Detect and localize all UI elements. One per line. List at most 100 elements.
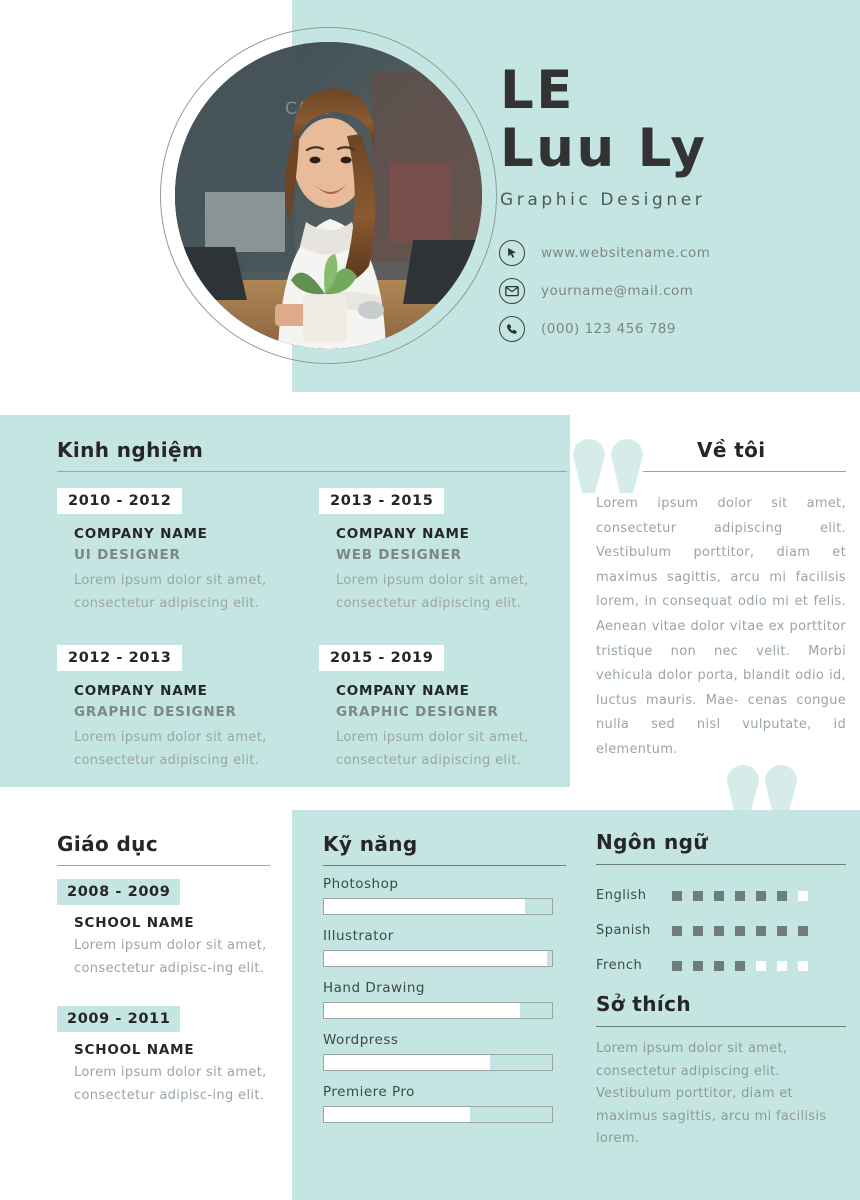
skill-item: Wordpress bbox=[323, 1032, 553, 1071]
skill-bar bbox=[323, 1106, 553, 1123]
skill-item: Hand Drawing bbox=[323, 980, 553, 1019]
last-name: Luu Ly bbox=[500, 118, 708, 179]
experience-company: COMPANY NAME bbox=[74, 526, 208, 542]
skill-bar-fill bbox=[324, 951, 548, 966]
experience-desc: Lorem ipsum dolor sit amet, consectetur … bbox=[336, 730, 529, 768]
experience-item: 2015 - 2019 COMPANY NAME GRAPHIC DESIGNE… bbox=[319, 645, 569, 772]
experience-divider bbox=[57, 471, 567, 472]
experience-company: COMPANY NAME bbox=[74, 683, 208, 699]
experience-role: WEB DESIGNER bbox=[336, 547, 462, 563]
rating-dot-filled bbox=[693, 890, 703, 901]
education-item: 2009 - 2011 SCHOOL NAME Lorem ipsum dolo… bbox=[57, 1006, 272, 1107]
language-row: Spanish bbox=[596, 913, 846, 948]
rating-dot-empty bbox=[798, 890, 808, 901]
education-date: 2009 - 2011 bbox=[57, 1006, 181, 1032]
hobbies-title: Sở thích bbox=[596, 992, 692, 1016]
about-title: Về tôi bbox=[697, 438, 766, 462]
rating-dot-empty bbox=[798, 960, 808, 971]
experience-role: GRAPHIC DESIGNER bbox=[336, 704, 499, 720]
education-body: SCHOOL NAME Lorem ipsum dolor sit amet, … bbox=[57, 1032, 272, 1107]
name-block: LE Luu Ly Graphic Designer bbox=[500, 60, 708, 211]
rating-dot-filled bbox=[693, 925, 703, 936]
language-row: English bbox=[596, 878, 846, 913]
language-rating bbox=[672, 890, 808, 901]
education-desc: Lorem ipsum dolor sit amet, consectetur … bbox=[74, 1065, 267, 1103]
experience-company: COMPANY NAME bbox=[336, 526, 470, 542]
rating-dot-filled bbox=[735, 960, 745, 971]
skill-item: Photoshop bbox=[323, 876, 553, 915]
education-divider bbox=[57, 865, 270, 866]
hobbies-divider bbox=[596, 1026, 846, 1027]
rating-dot-filled bbox=[672, 960, 682, 971]
languages-list: English Spanish French bbox=[596, 878, 846, 983]
first-name: LE bbox=[500, 60, 575, 121]
rating-dot-filled bbox=[672, 925, 682, 936]
experience-body: COMPANY NAME WEB DESIGNER Lorem ipsum do… bbox=[319, 514, 569, 615]
skill-bar bbox=[323, 898, 553, 915]
language-name: Spanish bbox=[596, 923, 651, 938]
skills-title: Kỹ năng bbox=[323, 832, 418, 856]
experience-company: COMPANY NAME bbox=[336, 683, 470, 699]
hobbies-text: Lorem ipsum dolor sit amet, consectetur … bbox=[596, 1041, 827, 1146]
skill-bar-fill bbox=[324, 899, 525, 914]
rating-dot-filled bbox=[756, 890, 766, 901]
rating-dot-filled bbox=[693, 960, 703, 971]
experience-desc: Lorem ipsum dolor sit amet, consectetur … bbox=[74, 730, 267, 768]
skill-label: Hand Drawing bbox=[323, 980, 425, 996]
language-row: French bbox=[596, 948, 846, 983]
skill-label: Illustrator bbox=[323, 928, 394, 944]
contact-website[interactable]: www.websitename.com bbox=[499, 234, 710, 272]
skill-bar bbox=[323, 1054, 553, 1071]
rating-dot-filled bbox=[756, 925, 766, 936]
rating-dot-filled bbox=[714, 890, 724, 901]
website-text: www.websitename.com bbox=[541, 245, 711, 261]
rating-dot-filled bbox=[735, 925, 745, 936]
experience-body: COMPANY NAME GRAPHIC DESIGNER Lorem ipsu… bbox=[319, 671, 569, 772]
skills-list: Photoshop Illustrator Hand Drawing Wordp… bbox=[323, 876, 553, 1136]
language-name: French bbox=[596, 958, 643, 973]
email-text: yourname@mail.com bbox=[541, 283, 694, 299]
education-list: 2008 - 2009 SCHOOL NAME Lorem ipsum dolo… bbox=[57, 879, 272, 1133]
experience-item: 2010 - 2012 COMPANY NAME UI DESIGNER Lor… bbox=[57, 488, 307, 615]
education-item: 2008 - 2009 SCHOOL NAME Lorem ipsum dolo… bbox=[57, 879, 272, 980]
skill-label: Wordpress bbox=[323, 1032, 399, 1048]
experience-date: 2013 - 2015 bbox=[319, 488, 445, 514]
skill-bar bbox=[323, 1002, 553, 1019]
contact-phone[interactable]: (000) 123 456 789 bbox=[499, 310, 710, 348]
rating-dot-filled bbox=[777, 925, 787, 936]
rating-dot-filled bbox=[714, 960, 724, 971]
phone-icon bbox=[499, 316, 525, 342]
languages-title: Ngôn ngữ bbox=[596, 830, 708, 854]
experience-role: UI DESIGNER bbox=[74, 547, 181, 563]
languages-divider bbox=[596, 864, 846, 865]
language-name: English bbox=[596, 888, 647, 903]
rating-dot-empty bbox=[777, 960, 787, 971]
rating-dot-filled bbox=[777, 890, 787, 901]
skill-bar-fill bbox=[324, 1003, 521, 1018]
rating-dot-filled bbox=[735, 890, 745, 901]
experience-desc: Lorem ipsum dolor sit amet, consectetur … bbox=[74, 573, 267, 611]
experience-date: 2012 - 2013 bbox=[57, 645, 183, 671]
contact-email[interactable]: yourname@mail.com bbox=[499, 272, 710, 310]
skill-bar bbox=[323, 950, 553, 967]
experience-date: 2015 - 2019 bbox=[319, 645, 445, 671]
language-rating bbox=[672, 960, 808, 971]
skill-bar-fill bbox=[324, 1055, 491, 1070]
experience-date: 2010 - 2012 bbox=[57, 488, 183, 514]
rating-dot-filled bbox=[672, 890, 682, 901]
experience-item: 2012 - 2013 COMPANY NAME GRAPHIC DESIGNE… bbox=[57, 645, 307, 772]
about-divider bbox=[643, 471, 846, 472]
experience-desc: Lorem ipsum dolor sit amet, consectetur … bbox=[336, 573, 529, 611]
education-desc: Lorem ipsum dolor sit amet, consectetur … bbox=[74, 938, 267, 976]
contact-list: www.websitename.com yourname@mail.com (0… bbox=[499, 234, 710, 348]
about-text: Lorem ipsum dolor sit amet, consectetur … bbox=[596, 496, 846, 757]
skill-label: Photoshop bbox=[323, 876, 399, 892]
education-school: SCHOOL NAME bbox=[74, 1042, 195, 1058]
skill-item: Illustrator bbox=[323, 928, 553, 967]
profile-photo: CAFE bbox=[175, 42, 482, 349]
envelope-icon bbox=[499, 278, 525, 304]
experience-column-left: 2010 - 2012 COMPANY NAME UI DESIGNER Lor… bbox=[57, 488, 307, 802]
cursor-icon bbox=[499, 240, 525, 266]
skill-item: Premiere Pro bbox=[323, 1084, 553, 1123]
language-rating bbox=[672, 925, 808, 936]
